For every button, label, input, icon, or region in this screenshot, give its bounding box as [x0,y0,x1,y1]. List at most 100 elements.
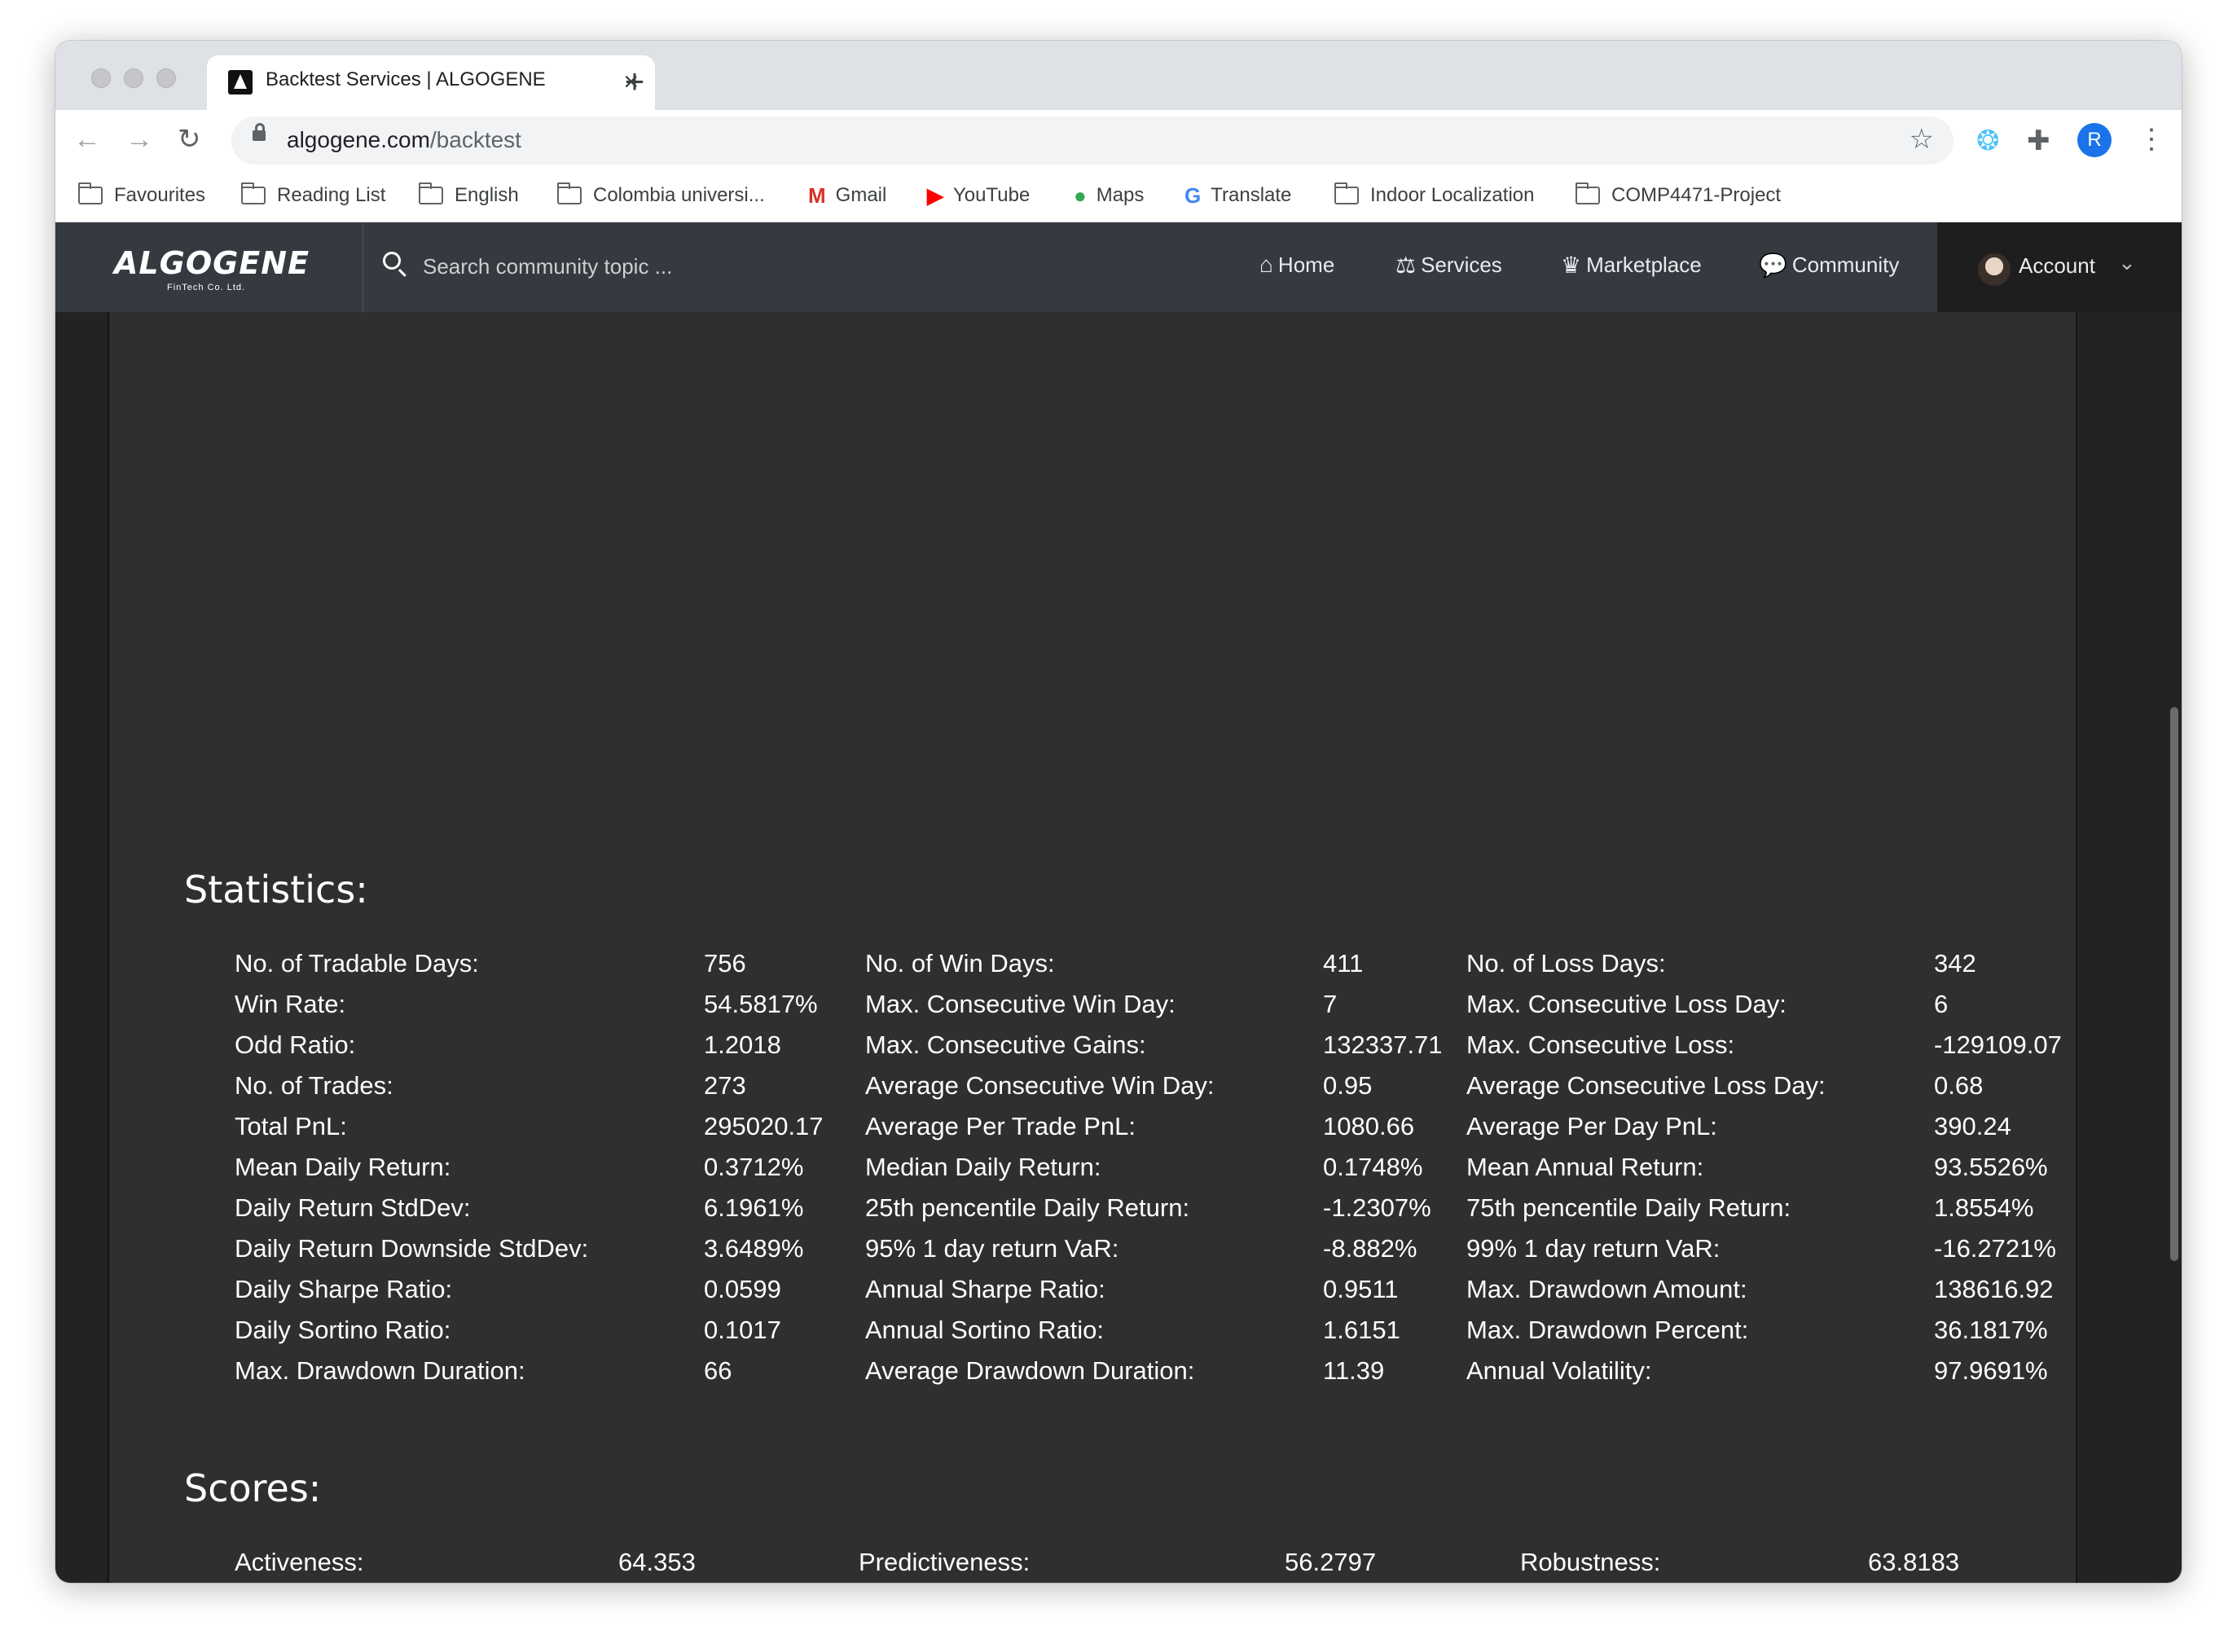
stat-label: Average Per Day PnL: [1466,1112,1717,1140]
browser-toolbar: ← → ↻ algogene.com/backtest ☆ ❂ ✚ R ⋮ [55,110,2182,171]
page-scrollbar[interactable] [2170,707,2178,1261]
stat-label: 95% 1 day return VaR: [865,1234,1119,1263]
stat-value: 36.1817% [1934,1316,2048,1344]
nav-services-label: Services [1421,253,1502,277]
back-arrow-icon[interactable]: ← [73,123,101,156]
logo-subtitle: FinTech Co. Ltd. [167,283,246,292]
bookmark-label: Favourites [114,184,206,206]
stat-label: Max. Consecutive Win Day: [865,990,1176,1018]
stat-label: Max. Drawdown Amount: [1466,1275,1747,1303]
stat-value: 0.95 [1323,1071,1373,1100]
stat-value: 411 [1323,949,1364,978]
translate-icon: G [1184,182,1202,208]
bookmark-comp4471[interactable]: COMP4471-Project [1576,181,1781,210]
stat-label: Average Consecutive Win Day: [865,1071,1215,1100]
folder-icon [241,182,266,204]
stat-value: 1.8554% [1934,1193,2034,1222]
bookmark-youtube[interactable]: ▶ YouTube [927,181,1030,210]
stat-label: Daily Sharpe Ratio: [235,1275,453,1303]
address-bar[interactable]: algogene.com/backtest ☆ [231,116,1954,165]
stat-label: Activeness: [235,1548,364,1576]
home-icon: ⌂ [1259,252,1273,277]
site-navbar: ALGOGENE FinTech Co. Ltd. ⌂Home ⚖Service… [55,222,2182,312]
stat-value: 0.9511 [1323,1275,1399,1303]
account-menu[interactable]: Account ⌄ [1937,222,2182,312]
url-host: algogene.com [287,127,430,152]
bookmark-label: YouTube [953,184,1031,206]
extension-network-icon[interactable]: ❂ [1976,125,2000,157]
bookmark-english[interactable]: English [419,181,519,210]
account-label: Account [2019,253,2095,278]
stat-label: 75th pencentile Daily Return: [1466,1193,1791,1222]
nav-home[interactable]: ⌂ Home [1259,252,1334,278]
stat-value: 63.8183 [1868,1548,1960,1576]
youtube-icon: ▶ [927,182,943,208]
tab-title: Backtest Services | ALGOGENE [266,68,546,90]
url-text[interactable]: algogene.com/backtest [287,127,521,153]
stat-label: Odd Ratio: [235,1030,356,1059]
account-avatar [1978,253,2011,286]
bookmark-label: Colombia universi... [593,184,765,206]
forward-arrow-icon[interactable]: → [125,123,153,156]
community-search-input[interactable] [421,249,815,283]
stat-label: Robustness: [1520,1548,1661,1576]
page-content: Statistics: No. of Tradable Days: 756 Win … [55,312,2182,1583]
bookmark-gmail[interactable]: M Gmail [808,181,886,210]
maps-pin-icon: ● [1074,182,1087,208]
nav-services[interactable]: ⚖ Services [1395,252,1502,279]
bookmark-colombia[interactable]: Colombia universi... [557,181,765,210]
backtest-result-panel: Statistics: No. of Tradable Days: 756 Win … [108,312,2077,1583]
stat-label: Daily Return Downside StdDev: [235,1234,589,1263]
stat-value: 390.24 [1934,1112,2011,1140]
nav-community[interactable]: 💬 Community [1759,252,1899,279]
stat-value: 295020.17 [704,1112,824,1140]
bookmark-label: Gmail [835,184,887,206]
stat-value: 0.1748% [1323,1153,1423,1181]
stat-label: Max. Consecutive Loss: [1466,1030,1735,1059]
browser-menu-icon[interactable]: ⋮ [2138,123,2165,156]
bookmark-label: Indoor Localization [1370,184,1535,206]
stat-label: Annual Sortino Ratio: [865,1316,1104,1344]
stat-label: Win Rate: [235,990,346,1018]
bookmark-maps[interactable]: ● Maps [1074,181,1144,210]
bookmark-indoor-localization[interactable]: Indoor Localization [1334,181,1534,210]
bookmark-translate[interactable]: G Translate [1184,181,1291,210]
folder-icon [1334,182,1359,204]
statistics-title: Statistics: [184,868,368,912]
stat-label: Average Drawdown Duration: [865,1356,1195,1385]
stat-label: Max. Consecutive Loss Day: [1466,990,1787,1018]
bookmarks-bar: Favourites Reading List English Colombia… [55,171,2182,222]
nav-community-label: Community [1791,253,1900,277]
nav-home-label: Home [1277,252,1335,277]
bookmark-star-icon[interactable]: ☆ [1910,123,1934,156]
stat-value: 1.2018 [704,1030,781,1059]
stat-label: Daily Return StdDev: [235,1193,471,1222]
stat-label: No. of Loss Days: [1466,949,1666,978]
bookmark-label: Translate [1211,184,1292,206]
stat-value: 273 [704,1071,746,1100]
stat-value: 756 [704,949,746,978]
stat-value: 132337.71 [1323,1030,1443,1059]
site-logo[interactable]: ALGOGENE [114,245,310,281]
window-close-button[interactable] [91,68,111,88]
folder-icon [1576,182,1600,204]
bookmark-reading-list[interactable]: Reading List [241,181,385,210]
new-tab-button[interactable]: + [614,57,655,106]
stat-value: 0.1017 [704,1316,781,1344]
extensions-puzzle-icon[interactable]: ✚ [2027,125,2050,157]
reload-icon[interactable]: ↻ [178,123,201,156]
profile-avatar[interactable]: R [2077,123,2112,157]
window-minimize-button[interactable] [124,68,143,88]
stat-value: 1080.66 [1323,1112,1415,1140]
stat-label: Max. Consecutive Gains: [865,1030,1146,1059]
bookmark-favourites[interactable]: Favourites [78,181,205,210]
stat-label: Max. Drawdown Duration: [235,1356,525,1385]
stat-value: 97.9691% [1934,1356,2048,1385]
stat-label: Mean Annual Return: [1466,1153,1704,1181]
active-tab[interactable]: Backtest Services | ALGOGENE × [207,55,655,110]
chat-bubbles-icon: 💬 [1759,253,1787,278]
window-zoom-button[interactable] [156,68,176,88]
url-path: /backtest [429,127,521,152]
stat-value: 0.3712% [704,1153,804,1181]
nav-marketplace[interactable]: ♛ Marketplace [1561,252,1702,279]
